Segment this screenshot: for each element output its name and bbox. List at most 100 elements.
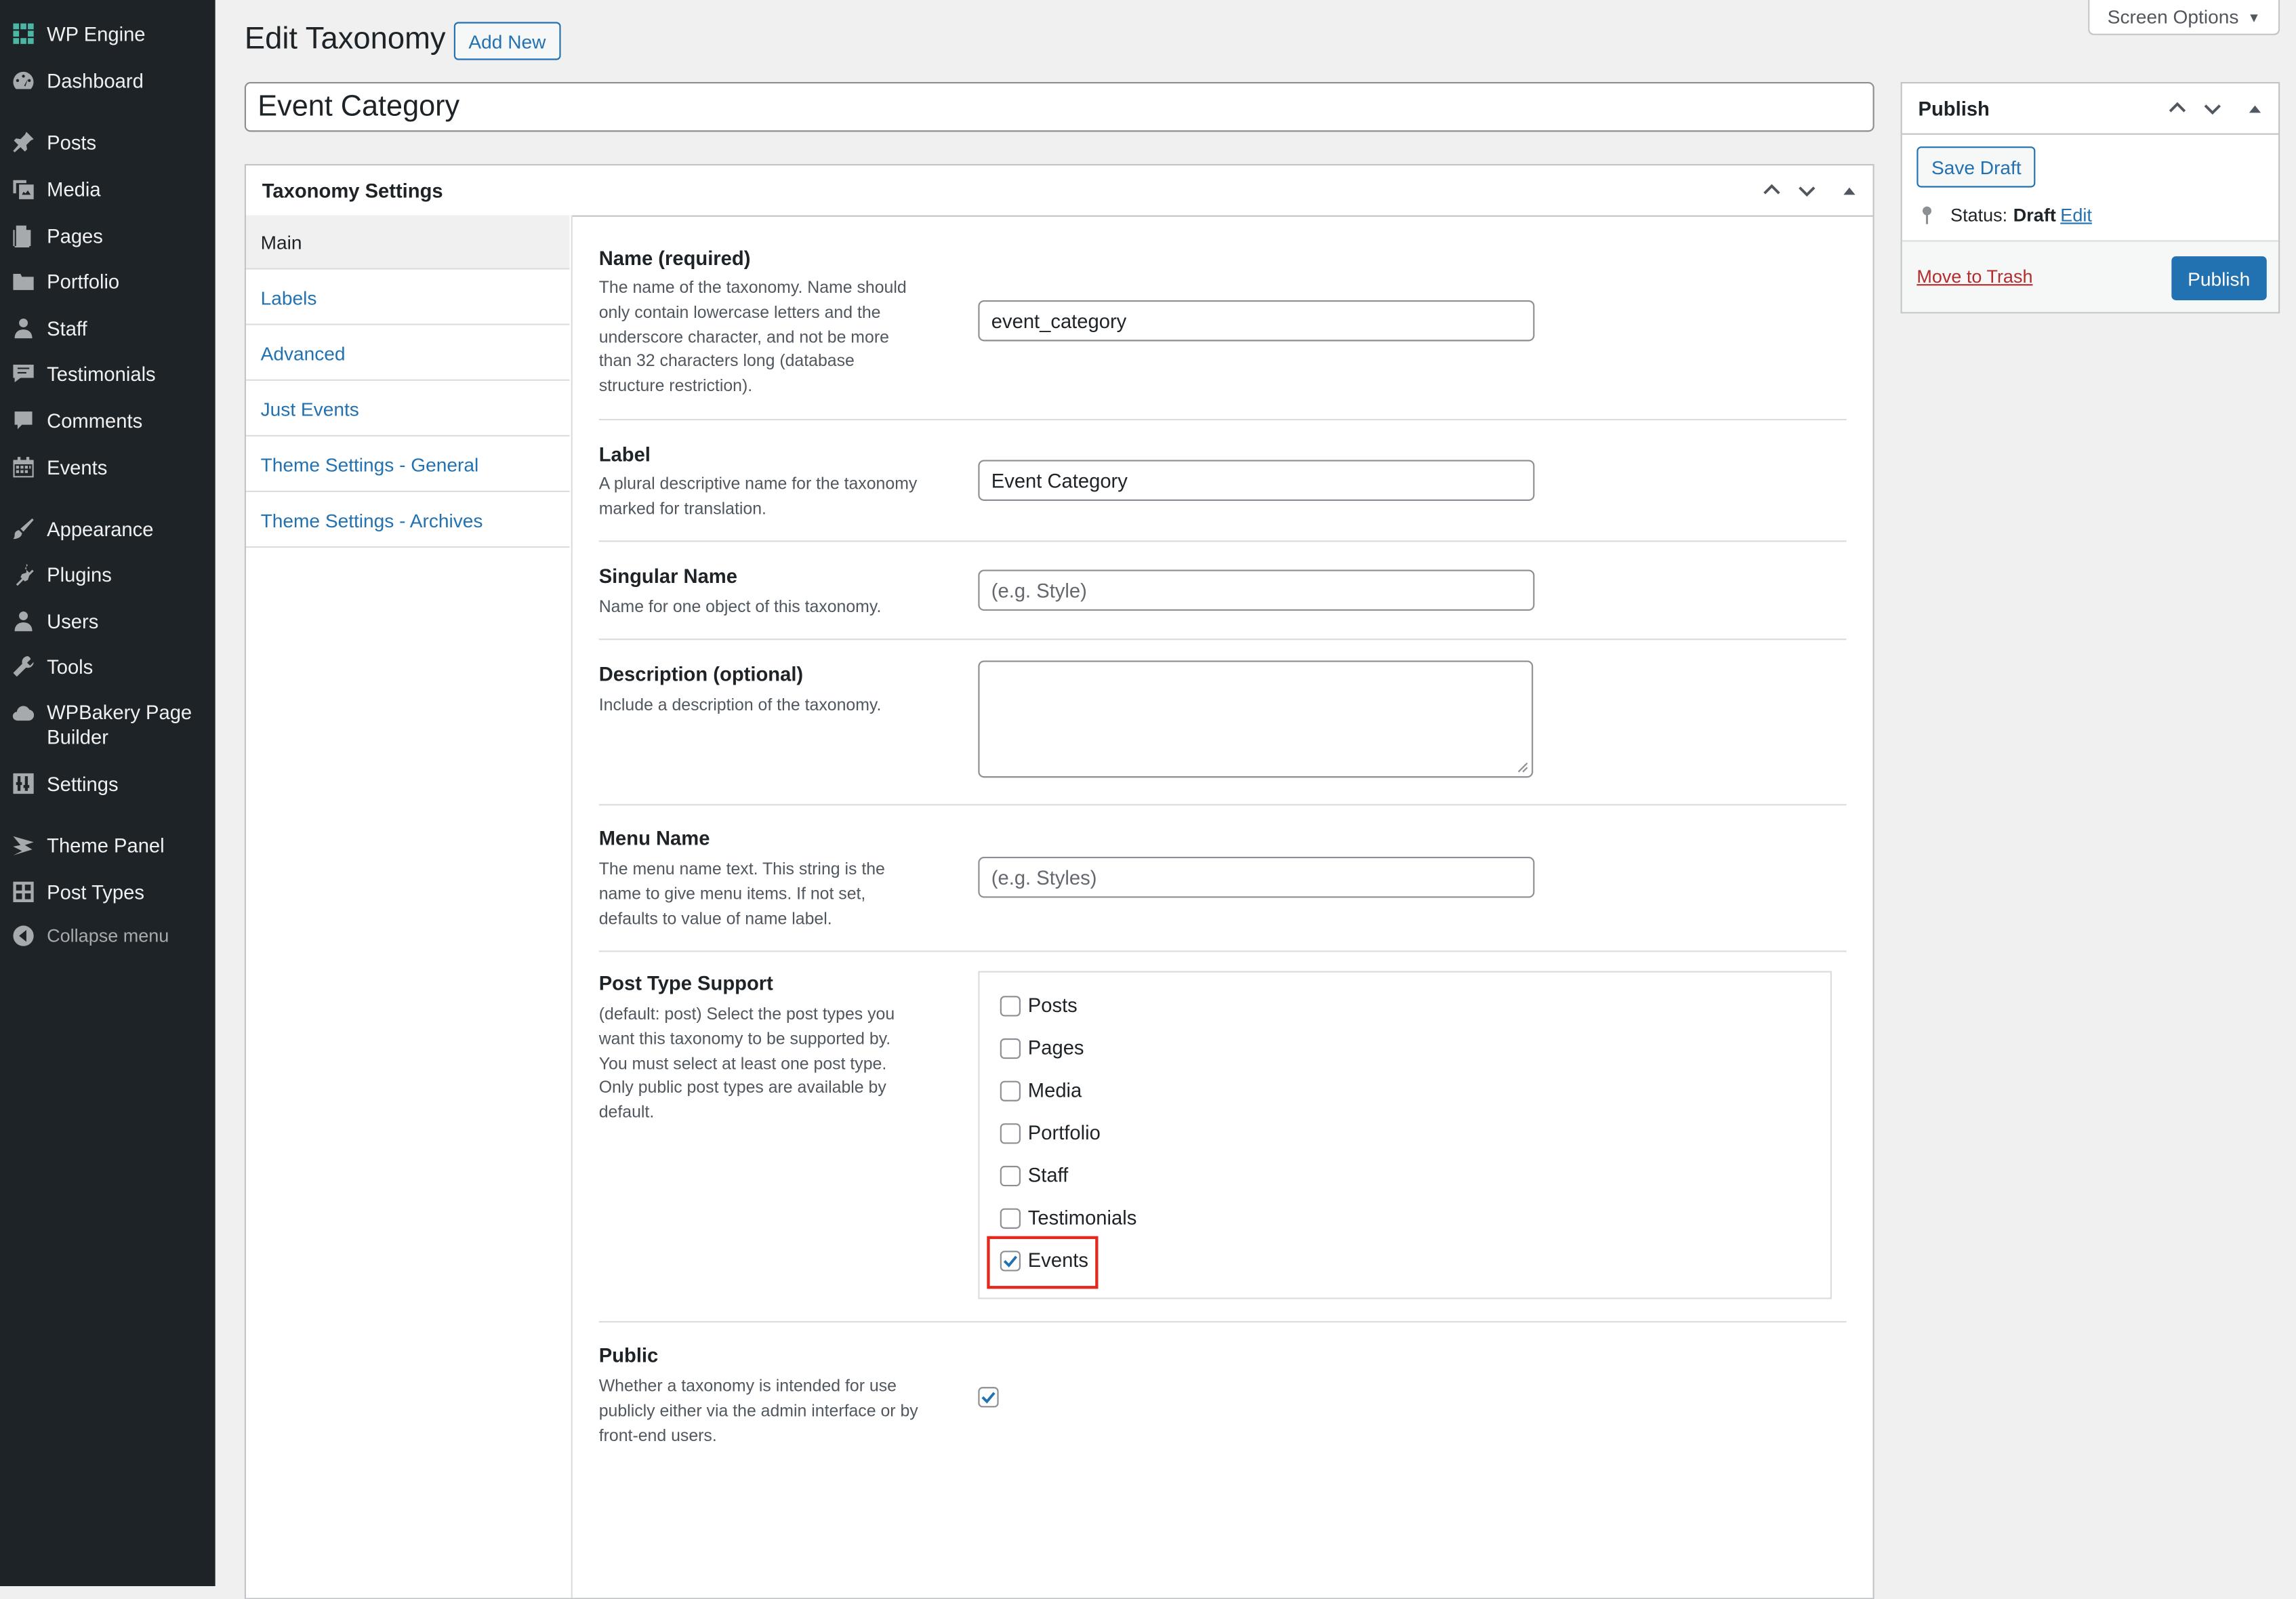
sidebar-item-appearance[interactable]: Appearance (0, 507, 216, 551)
sidebar-item-theme-panel[interactable]: Theme Panel (0, 823, 216, 867)
wrench-icon (12, 655, 35, 679)
divider (598, 418, 1847, 421)
save-draft-button[interactable]: Save Draft (1916, 146, 2036, 188)
sidebar-item-pages[interactable]: Pages (0, 214, 216, 258)
cloud-icon (12, 702, 35, 725)
checkbox[interactable] (1000, 995, 1021, 1016)
post-type-checklist: Posts Pages Media Portfolio Staff Testim… (978, 971, 1832, 1299)
checkbox[interactable] (1000, 1207, 1021, 1228)
sidebar-item-label: Posts (47, 131, 97, 153)
sidebar-item-comments[interactable]: Comments (0, 399, 216, 443)
name-label: Name (required) (598, 247, 751, 270)
checkmark-icon (981, 1392, 996, 1404)
toggle-panel-icon[interactable] (1834, 165, 1864, 215)
grid-icon (12, 881, 35, 904)
pages-icon (12, 224, 35, 248)
checkbox-label: Staff (1027, 1164, 1069, 1187)
sidebar-item-plugins[interactable]: Plugins (0, 552, 216, 596)
sidebar-item-posts[interactable]: Posts (0, 120, 216, 164)
sidebar-item-wp-engine[interactable]: WP Engine (0, 12, 216, 56)
checkbox-portfolio[interactable]: Portfolio (1000, 1122, 1101, 1144)
taxonomy-settings-header: Taxonomy Settings (245, 165, 1873, 217)
checkbox[interactable] (1000, 1165, 1021, 1186)
screen-options-button[interactable]: Screen Options ▼ (2088, 0, 2280, 35)
checkbox-pages[interactable]: Pages (1000, 1037, 1084, 1059)
move-up-icon[interactable] (2162, 83, 2192, 133)
add-new-button[interactable]: Add New (453, 22, 561, 60)
edit-status-link[interactable]: Edit (2060, 205, 2092, 225)
sidebar-item-post-types[interactable]: Post Types (0, 870, 216, 914)
tab-just-events[interactable]: Just Events (245, 382, 570, 437)
resize-handle-icon[interactable] (1517, 762, 1528, 773)
tab-theme-settings-archives[interactable]: Theme Settings - Archives (245, 493, 570, 548)
tab-advanced[interactable]: Advanced (245, 327, 570, 381)
status-label: Status: (1950, 205, 2008, 226)
theme-panel-icon (12, 833, 35, 857)
sidebar-item-label: Settings (47, 772, 119, 795)
sidebar-item-label: Users (47, 609, 99, 632)
name-input[interactable]: event_category (978, 300, 1535, 342)
move-down-icon[interactable] (1792, 165, 1822, 215)
sidebar-item-users[interactable]: Users (0, 599, 216, 643)
sidebar-item-label: Testimonials (47, 362, 156, 385)
tab-main[interactable]: Main (245, 215, 570, 270)
sidebar-item-testimonials[interactable]: Testimonials (0, 352, 216, 396)
checkbox[interactable] (1000, 1080, 1021, 1101)
description-textarea[interactable] (978, 660, 1534, 778)
checkbox-posts[interactable]: Posts (1000, 994, 1078, 1017)
publish-header: Publish (1902, 83, 2279, 135)
sidebar-item-media[interactable]: Media (0, 167, 216, 211)
move-up-icon[interactable] (1757, 165, 1786, 215)
sidebar-item-wpbakery[interactable]: WPBakery Page Builder (0, 700, 216, 758)
checkbox-label: Portfolio (1027, 1122, 1101, 1144)
move-to-trash-link[interactable]: Move to Trash (1916, 266, 2032, 287)
menu-name-description: The menu name text. This string is the n… (598, 861, 885, 929)
label-label: Label (598, 443, 651, 466)
sidebar-item-label: Tools (47, 655, 94, 678)
label-input[interactable]: Event Category (978, 460, 1535, 501)
menu-name-label: Menu Name (598, 827, 710, 850)
collapse-menu-button[interactable]: Collapse menu (0, 914, 216, 958)
status-row: Status: Draft Edit (1916, 205, 2092, 226)
checkbox[interactable] (1000, 1037, 1021, 1059)
publish-box: Publish Save Draft Status: Draft Edit Mo… (1900, 81, 2280, 314)
pin-icon (1922, 206, 1931, 224)
singular-name-input[interactable]: (e.g. Style) (978, 569, 1535, 611)
checkbox[interactable] (1000, 1122, 1021, 1143)
sidebar-item-staff[interactable]: Staff (0, 306, 216, 350)
toggle-panel-icon[interactable] (2240, 83, 2270, 133)
plugin-icon (12, 563, 35, 586)
post-type-support-label: Post Type Support (598, 972, 773, 995)
singular-name-description: Name for one object of this taxonomy. (598, 599, 882, 617)
taxonomy-title-input[interactable]: Event Category (244, 81, 1874, 132)
sidebar-item-label: Events (47, 456, 108, 479)
description-description: Include a description of the taxonomy. (598, 697, 882, 715)
post-type-support-description: (default: post) Select the post types yo… (598, 1006, 895, 1122)
checkbox-media[interactable]: Media (1000, 1079, 1082, 1101)
brush-icon (12, 517, 35, 541)
move-down-icon[interactable] (2198, 83, 2227, 133)
checkbox-staff[interactable]: Staff (1000, 1164, 1069, 1187)
sidebar-item-label: WP Engine (47, 22, 146, 45)
divider (598, 804, 1847, 806)
public-label: Public (598, 1344, 659, 1367)
checkbox-testimonials[interactable]: Testimonials (1000, 1207, 1136, 1229)
menu-name-input[interactable]: (e.g. Styles) (978, 857, 1535, 898)
publish-button[interactable]: Publish (2171, 256, 2266, 300)
label-description: A plural descriptive name for the taxono… (598, 476, 918, 519)
tab-labels[interactable]: Labels (245, 271, 570, 325)
taxonomy-settings-box: Taxonomy Settings Main Labels Advanced J… (244, 163, 1874, 1599)
sidebar-item-tools[interactable]: Tools (0, 645, 216, 689)
sidebar-item-portfolio[interactable]: Portfolio (0, 259, 216, 303)
public-checkbox[interactable] (978, 1387, 999, 1408)
singular-name-label: Singular Name (598, 565, 737, 588)
sidebar-item-settings[interactable]: Settings (0, 762, 216, 806)
sidebar-item-events[interactable]: Events (0, 445, 216, 489)
sidebar-item-label: Comments (47, 409, 143, 432)
wp-engine-icon (12, 22, 35, 45)
tab-theme-settings-general[interactable]: Theme Settings - General (245, 438, 570, 492)
calendar-icon (12, 456, 35, 479)
user-icon (12, 317, 35, 340)
collapse-icon (12, 924, 35, 948)
sidebar-item-dashboard[interactable]: Dashboard (0, 58, 216, 102)
